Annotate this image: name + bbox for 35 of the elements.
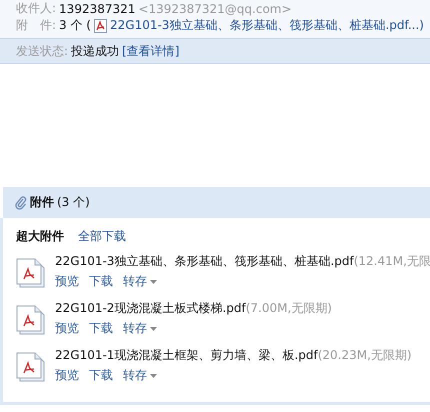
pdf-file-icon [16, 304, 46, 336]
caret-icon [150, 374, 157, 378]
group-label: 超大附件 [16, 228, 64, 245]
file-action-link[interactable]: 预览 [55, 367, 79, 384]
pdf-icon [94, 18, 107, 32]
recipient-label: 收件人: [16, 0, 56, 17]
file-name[interactable]: 22G101-1现浇混凝土框架、剪力墙、梁、板.pdf [55, 347, 318, 364]
status-value: 投递成功 [71, 42, 120, 60]
file-action-link[interactable]: 预览 [55, 320, 79, 337]
file-action-link[interactable]: 预览 [55, 273, 79, 290]
recipient-name: 1392387321 [59, 2, 136, 16]
file-action-link[interactable]: 下载 [89, 367, 113, 384]
details-link[interactable]: [查看详情] [122, 42, 180, 60]
attachments-title: 附件 [30, 194, 54, 211]
caret-icon [150, 326, 157, 330]
file-meta: (20.23M,无限期) [318, 347, 412, 364]
paperclip-icon [15, 196, 27, 210]
attachment-link[interactable]: 22G101-3独立基础、条形基础、筏形基础、桩基础.pdf...) [110, 17, 424, 34]
pdf-file-icon [16, 351, 46, 383]
file-name[interactable]: 22G101-2现浇混凝土板式楼梯.pdf [55, 300, 246, 317]
attachments-count: (3 个) [57, 194, 90, 211]
file-action-link[interactable]: 转存 [123, 367, 157, 384]
status-label: 发送状态: [16, 42, 68, 60]
recipient-email: <1392387321@qq.com> [138, 2, 292, 16]
pdf-file-icon [16, 257, 46, 289]
attachment-label: 附 件: [16, 17, 56, 34]
download-all-link[interactable]: 全部下载 [78, 228, 126, 245]
file-action-link[interactable]: 转存 [123, 273, 157, 290]
file-name[interactable]: 22G101-3独立基础、条形基础、筏形基础、桩基础.pdf [55, 253, 354, 270]
file-action-link[interactable]: 下载 [89, 273, 113, 290]
attachment-count: 3 个 ( [59, 17, 91, 34]
file-meta: (7.00M,无限期) [246, 300, 332, 317]
file-action-link[interactable]: 转存 [123, 320, 157, 337]
caret-icon [150, 280, 157, 284]
file-action-link[interactable]: 下载 [89, 320, 113, 337]
